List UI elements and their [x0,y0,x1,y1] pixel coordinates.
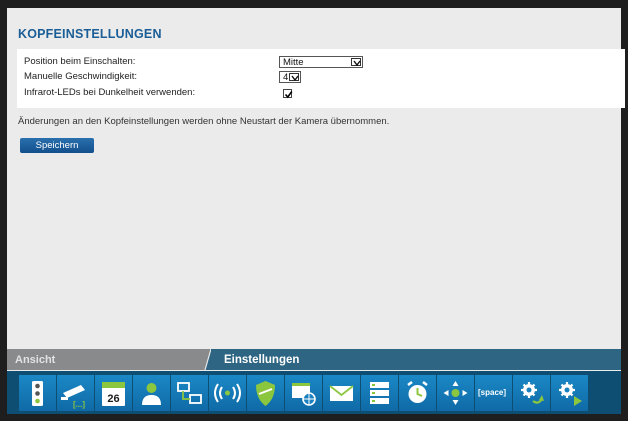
svg-text:[...]: [...] [73,400,85,409]
toolbar-button-security[interactable] [247,375,284,411]
camera-network-icon: [...] [61,385,85,409]
toolbar-button-wireless[interactable] [209,375,246,411]
info-note: Änderungen an den Kopfeinstellungen werd… [18,116,390,127]
tab-bar: Ansicht Einstellungen [7,349,621,370]
alarm-clock-icon [407,381,428,403]
setting-label-infrared: Infrarot-LEDs bei Dunkelheit verwenden: [24,87,196,98]
toolbar-button-status[interactable] [19,375,56,411]
calendar-icon: 26 [102,382,125,406]
toolbar-button-calendar[interactable]: 26 [95,375,132,411]
tab-ansicht[interactable]: Ansicht [7,349,205,370]
toolbar-button-space[interactable]: [space] [475,375,512,411]
save-button[interactable]: Speichern [20,138,94,153]
toolbar-button-settings-next[interactable] [551,375,588,411]
toolbar-button-user[interactable] [133,375,170,411]
settings-refresh-icon [521,382,544,404]
pan-tilt-icon [443,381,468,405]
setting-label-speed: Manuelle Geschwindigkeit: [24,71,138,82]
position-select[interactable]: Mitte [279,56,363,68]
toolbar-button-alarm[interactable] [399,375,436,411]
speed-select[interactable]: 4 [279,71,301,83]
toolbar-button-network[interactable] [171,375,208,411]
storage-icon [370,382,389,404]
space-icon: [space] [478,388,507,397]
browser-globe-icon [292,383,316,406]
setting-label-position: Position beim Einschalten: [24,56,136,67]
network-icon [177,382,202,404]
toolbar-button-settings-refresh[interactable] [513,375,550,411]
position-select-value: Mitte [283,57,304,68]
chevron-down-icon[interactable] [289,73,299,81]
settings-panel: Position beim Einschalten: Mitte Manuell… [17,49,625,108]
mail-icon [329,385,354,401]
toolbar-button-web[interactable] [285,375,322,411]
speed-select-value: 4 [283,72,289,83]
page-title: KOPFEINSTELLUNGEN [18,27,162,41]
toolbar-button-storage[interactable] [361,375,398,411]
tab-divider [199,349,211,370]
tab-einstellungen[interactable]: Einstellungen [224,349,299,371]
traffic-light-icon [32,381,43,406]
toolbar-button-pantilt[interactable] [437,375,474,411]
user-icon [142,383,161,405]
toolbar: [...] 26 [space] [7,371,621,414]
settings-next-icon [559,382,582,406]
chevron-down-icon[interactable] [351,58,361,66]
checkmark-icon [284,91,293,99]
toolbar-button-camera[interactable]: [...] [57,375,94,411]
shield-icon [256,381,275,406]
calendar-day-label: 26 [107,393,119,405]
infrared-checkbox[interactable] [283,89,293,99]
wireless-icon [214,383,241,403]
toolbar-button-mail[interactable] [323,375,360,411]
